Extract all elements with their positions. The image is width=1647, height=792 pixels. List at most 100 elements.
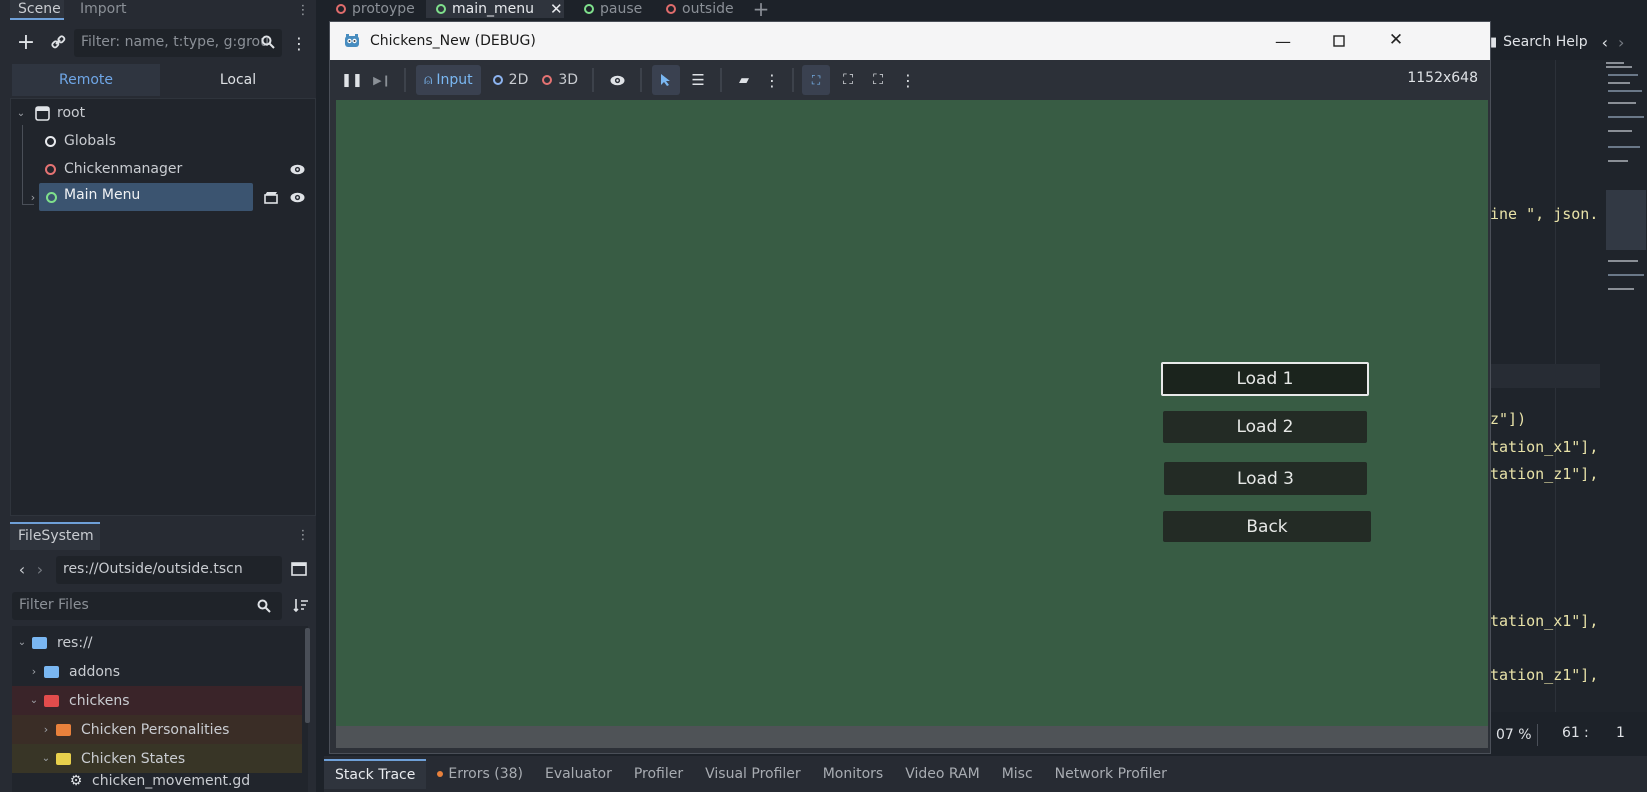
close-icon[interactable]: ✕	[550, 1, 563, 17]
minimize-icon[interactable]: —	[1274, 32, 1292, 51]
search-help-button[interactable]: Search Help	[1503, 34, 1587, 50]
tree-item-globals[interactable]: Globals	[11, 127, 311, 155]
tab-evaluator[interactable]: Evaluator	[534, 759, 623, 789]
divider	[640, 68, 643, 92]
file-item-chicken-personalities[interactable]: › Chicken Personalities	[12, 715, 302, 744]
more-options-icon[interactable]: ⋮	[762, 68, 782, 92]
bottom-tab-label: Visual Profiler	[705, 766, 801, 782]
list-select-icon[interactable]: ☰	[686, 68, 710, 92]
chevron-down-icon[interactable]: ⌄	[12, 637, 32, 648]
pause-icon[interactable]: ❚❚	[341, 68, 363, 92]
editor-tab-label: pause	[600, 1, 643, 17]
window-titlebar[interactable]: Chickens_New (DEBUG) — ✕	[330, 22, 1490, 60]
file-item-label: Chicken Personalities	[81, 721, 230, 738]
tree-item-main-menu[interactable]: › Main Menu	[11, 183, 311, 211]
chevron-down-icon[interactable]: ⌄	[11, 108, 31, 119]
circle-node-icon	[492, 75, 503, 85]
tree-item-label: Main Menu	[64, 187, 141, 203]
sort-icon[interactable]	[292, 596, 310, 614]
editor-tab-label: protoype	[352, 1, 415, 17]
file-item-chicken-states[interactable]: ⌄ Chicken States	[12, 744, 302, 773]
chevron-right-icon[interactable]: ›	[36, 723, 56, 736]
tab-misc[interactable]: Misc	[991, 759, 1044, 789]
fullscreen-icon[interactable]: ⛶	[866, 68, 890, 92]
chevron-down-icon[interactable]: ⌄	[36, 753, 56, 764]
game-viewport[interactable]: Load 1 Load 2 Load 3 Back	[336, 100, 1488, 748]
code-editor[interactable]: ine ", json. z"]) tation_x1"], tation_z1…	[1490, 60, 1647, 712]
next-frame-icon[interactable]: ▶❙	[372, 68, 392, 92]
tab-profiler[interactable]: Profiler	[623, 759, 694, 789]
chevron-right-icon[interactable]: ›	[24, 665, 44, 678]
chevron-left-icon[interactable]: ‹	[1602, 33, 1608, 52]
forward-arrow-icon[interactable]: ›	[34, 560, 46, 579]
tab-stack-trace[interactable]: Stack Trace	[324, 759, 427, 789]
select-mode-icon[interactable]	[652, 65, 681, 95]
close-icon[interactable]: ✕	[1386, 30, 1406, 50]
game-toolbar: ❚❚ ▶❙ ⍝ Input 2D 3D ☰ ▰ ⋮ ⛶ ⛶ ⛶ ⋮ 1152x6…	[330, 60, 1490, 100]
tab-import-label: Import	[80, 1, 127, 17]
debugger-tabs: Stack Trace Errors (38) Evaluator Profil…	[324, 756, 1647, 792]
tab-video-ram[interactable]: Video RAM	[894, 759, 991, 789]
scene-menu-icon[interactable]: ⋮	[291, 32, 307, 54]
visibility-eye-icon[interactable]	[289, 161, 305, 177]
file-item-addons[interactable]: › addons	[12, 657, 302, 686]
filter-files-input[interactable]: Filter Files	[12, 592, 282, 620]
tab-pause[interactable]: pause	[584, 0, 642, 18]
divider	[592, 68, 595, 92]
tab-filesystem[interactable]: FileSystem	[10, 522, 100, 550]
file-item-label: Chicken States	[81, 750, 186, 767]
code-line: tation_z1"],	[1490, 465, 1599, 483]
tab-scene[interactable]: Scene	[10, 0, 64, 20]
mode-3d-button[interactable]: 3D	[542, 72, 578, 88]
tab-errors[interactable]: Errors (38)	[426, 759, 534, 789]
gear-icon: ⚙	[69, 773, 83, 789]
chevron-right-icon[interactable]: ›	[1618, 33, 1624, 52]
visibility-eye-icon[interactable]	[289, 189, 305, 205]
cursor-line: 61	[1562, 725, 1580, 741]
maximize-icon[interactable]	[1330, 32, 1348, 50]
file-item-label: addons	[69, 663, 121, 680]
add-node-icon[interactable]: +	[15, 30, 37, 55]
input-mode-button[interactable]: ⍝ Input	[416, 65, 481, 95]
file-item-chickens[interactable]: ⌄ chickens	[12, 686, 302, 715]
load-3-button[interactable]: Load 3	[1164, 462, 1367, 495]
more-options-icon[interactable]: ⋮	[898, 68, 918, 92]
camera-override-icon[interactable]: ⛶	[802, 65, 831, 95]
tab-visual-profiler[interactable]: Visual Profiler	[694, 759, 812, 789]
tab-import[interactable]: Import	[80, 0, 126, 20]
scrollbar[interactable]	[305, 628, 310, 723]
back-label: Back	[1246, 516, 1288, 537]
local-button[interactable]: Local	[164, 64, 312, 96]
tree-item-root[interactable]: ⌄ root	[11, 99, 311, 127]
chevron-right-icon[interactable]: ›	[27, 191, 39, 204]
chevron-down-icon[interactable]: ⌄	[24, 695, 44, 706]
load-2-button[interactable]: Load 2	[1163, 411, 1367, 443]
camera-icon[interactable]: ▰	[732, 68, 756, 92]
tab-monitors[interactable]: Monitors	[812, 759, 895, 789]
clapper-icon[interactable]	[263, 189, 279, 205]
file-item-res[interactable]: ⌄ res://	[12, 628, 302, 657]
file-item-chicken-movement[interactable]: ⚙ chicken_movement.gd	[12, 773, 302, 792]
tab-outside[interactable]: outside	[666, 0, 734, 18]
load-1-button[interactable]: Load 1	[1161, 362, 1369, 396]
remote-button[interactable]: Remote	[12, 64, 160, 96]
code-minimap[interactable]	[1602, 60, 1647, 300]
link-icon[interactable]	[47, 30, 69, 54]
fit-icon[interactable]: ⛶	[836, 68, 860, 92]
cursor-col: 1	[1616, 725, 1625, 741]
mode-2d-button[interactable]: 2D	[492, 72, 528, 88]
back-arrow-icon[interactable]: ‹	[16, 560, 28, 579]
scene-filter-input[interactable]: Filter: name, t:type, g:grou	[74, 29, 282, 57]
joystick-icon: ⍝	[424, 72, 433, 88]
dock-menu-icon[interactable]: ⋮	[297, 2, 310, 18]
tab-network-profiler[interactable]: Network Profiler	[1044, 759, 1178, 789]
dock-menu-icon[interactable]: ⋮	[297, 526, 310, 544]
add-tab-icon[interactable]: +	[752, 0, 770, 21]
tab-protoype[interactable]: protoype	[336, 0, 415, 18]
path-field[interactable]: res://Outside/outside.tscn	[56, 556, 282, 584]
split-view-icon[interactable]	[290, 560, 308, 578]
eye-icon[interactable]	[606, 68, 628, 92]
tree-item-chickenmanager[interactable]: Chickenmanager	[11, 155, 311, 183]
tab-main-menu[interactable]: main_menu ✕	[426, 0, 564, 18]
back-button[interactable]: Back	[1163, 511, 1371, 542]
